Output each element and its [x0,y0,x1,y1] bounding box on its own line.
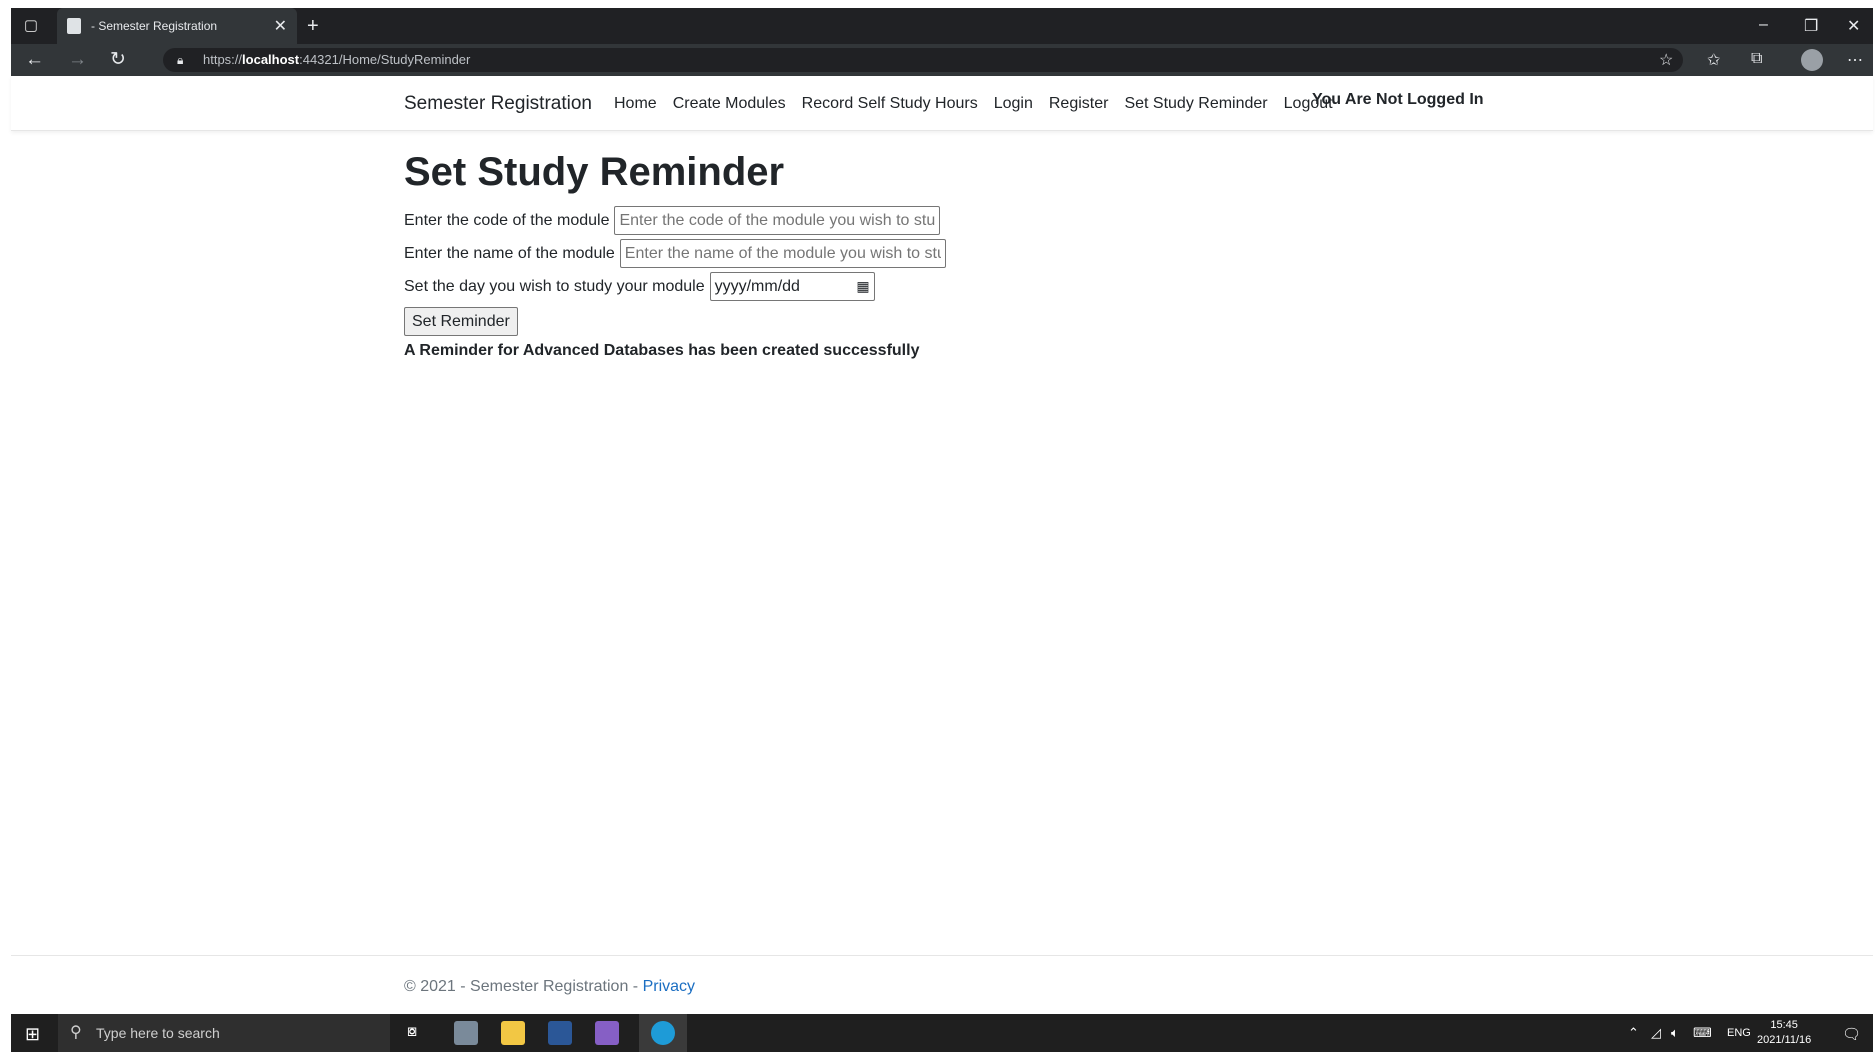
footer-text: © 2021 - Semester Registration - Privacy [404,978,695,996]
taskbar-search-placeholder: Type here to search [96,1025,220,1041]
back-icon[interactable]: ← [25,50,44,70]
name-label: Enter the name of the module [404,244,615,262]
browser-tab[interactable]: - Semester Registration ✕ [57,8,297,44]
code-row: Enter the code of the module [404,204,1404,237]
language-indicator[interactable]: ENG [1727,1027,1751,1039]
tray-overflow-icon[interactable]: ⌃ [1628,1025,1639,1041]
browser-toolbar: ← → ↻ 🔒︎ https://localhost:44321/Home/St… [11,44,1873,76]
windows-taskbar: ⊞ ⚲ Type here to search ⧇ ⌃ ◿ 🔈︎ ⌨ ENG 1… [11,1014,1873,1052]
forward-icon[interactable]: → [68,50,87,70]
search-icon: ⚲ [70,1024,82,1041]
file-explorer-icon[interactable] [501,1021,525,1045]
module-code-input[interactable] [614,206,941,235]
page-favicon-icon [67,18,81,34]
set-reminder-button[interactable]: Set Reminder [404,307,518,336]
windows-start-icon[interactable]: ⊞ [25,1024,40,1045]
tab-title: - Semester Registration [91,19,218,33]
screen: ▢ - Semester Registration ✕ + – ❐ ✕ ← → … [0,0,1875,1052]
profile-avatar[interactable] [1801,49,1823,71]
collections-icon[interactable]: ⧉ [1751,50,1762,68]
edge-browser-icon [651,1021,675,1045]
day-row: Set the day you wish to study your modul… [404,270,1404,303]
nav-set-study-reminder[interactable]: Set Study Reminder [1124,95,1267,113]
restore-icon[interactable]: ❐ [1804,16,1818,36]
nav-login[interactable]: Login [994,95,1033,113]
favorites-icon[interactable]: ✩ [1707,50,1720,70]
url-path: :44321/Home/StudyReminder [299,52,471,67]
brand-link[interactable]: Semester Registration [404,93,592,115]
nav-record-self-study-hours[interactable]: Record Self Study Hours [802,95,978,113]
taskbar-search[interactable]: ⚲ Type here to search [58,1014,390,1052]
nav-links: Home Create Modules Record Self Study Ho… [614,95,1349,113]
more-menu-icon[interactable]: ⋯ [1847,50,1863,70]
calendar-icon[interactable]: ▦ [856,278,869,295]
new-tab-icon[interactable]: + [307,16,319,36]
clock-time: 15:45 [1770,1019,1798,1031]
site-navbar: Semester Registration Home Create Module… [11,76,1873,131]
code-label: Enter the code of the module [404,211,610,229]
volume-icon[interactable]: 🔈︎ [1671,1025,1679,1041]
edge-app-button[interactable] [639,1014,687,1052]
browser-tab-strip: ▢ - Semester Registration ✕ + – ❐ ✕ [11,8,1873,44]
nav-create-modules[interactable]: Create Modules [673,95,786,113]
address-bar[interactable]: 🔒︎ https://localhost:44321/Home/StudyRem… [163,48,1683,72]
visual-studio-icon[interactable] [595,1021,619,1045]
keyboard-icon[interactable]: ⌨ [1693,1025,1712,1041]
nav-register[interactable]: Register [1049,95,1109,113]
reload-icon[interactable]: ↻ [110,50,126,70]
mail-app-icon[interactable] [454,1021,478,1045]
task-view-icon[interactable]: ⧇ [407,1023,417,1041]
tab-actions-icon[interactable]: ▢ [23,18,39,34]
close-tab-icon[interactable]: ✕ [274,16,287,36]
main-content: Set Study Reminder Enter the code of the… [404,144,1404,360]
url-host: localhost [242,52,300,67]
study-day-date-input[interactable]: yyyy/mm/dd ▦ [709,272,875,301]
close-window-icon[interactable]: ✕ [1847,16,1860,36]
taskbar-clock[interactable]: 15:45 2021/11/16 [1757,1018,1811,1048]
privacy-link[interactable]: Privacy [643,978,695,995]
module-name-input[interactable] [619,239,946,268]
network-icon[interactable]: ◿ [1651,1025,1661,1041]
notifications-icon[interactable]: 🗨︎ [1842,1025,1861,1043]
success-message: A Reminder for Advanced Databases has be… [404,342,920,359]
word-app-icon[interactable] [548,1021,572,1045]
url-scheme: https:// [203,52,243,67]
page-title: Set Study Reminder [404,150,785,194]
login-status: You Are Not Logged In [1312,91,1484,108]
day-label: Set the day you wish to study your modul… [404,277,705,295]
copyright-text: © 2021 - Semester Registration - [404,978,643,995]
lock-icon[interactable]: 🔒︎ [177,48,183,72]
nav-home[interactable]: Home [614,95,657,113]
date-placeholder: yyyy/mm/dd [714,277,800,295]
clock-date: 2021/11/16 [1757,1034,1812,1046]
minimize-icon[interactable]: – [1759,16,1768,34]
add-favorite-icon[interactable]: ☆ [1659,50,1673,70]
name-row: Enter the name of the module [404,237,1404,270]
page-footer: © 2021 - Semester Registration - Privacy [11,955,1873,1012]
